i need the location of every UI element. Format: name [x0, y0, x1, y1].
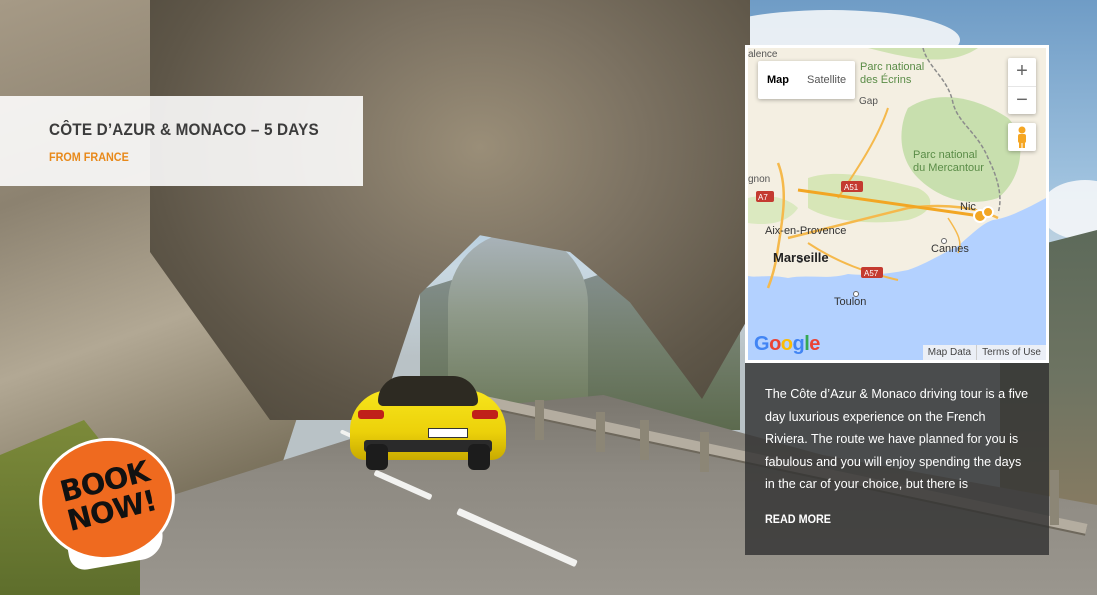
map-label: Aix-en-Provence	[765, 225, 846, 237]
map-label: Nic	[960, 201, 976, 213]
map-label: des Écrins	[860, 73, 912, 86]
tour-description-panel: The Côte d’Azur & Monaco driving tour is…	[745, 363, 1049, 555]
guardrail-post	[535, 400, 544, 440]
map-view-button[interactable]: Map	[758, 61, 798, 99]
route-map[interactable]: alence Parc national des Écrins Gap Parc…	[745, 45, 1049, 363]
guardrail-post	[700, 432, 709, 472]
pegman-icon	[1018, 126, 1026, 148]
yellow-sports-car	[350, 372, 506, 470]
tour-description: The Côte d’Azur & Monaco driving tour is…	[765, 387, 1029, 491]
book-now-button[interactable]: BOOK NOW!	[31, 429, 183, 573]
map-label: Parc national	[913, 149, 977, 161]
map-label: Toulon	[834, 296, 866, 308]
guardrail-post	[1050, 470, 1059, 525]
terms-of-use-link[interactable]: Terms of Use	[976, 345, 1046, 360]
car-rear-window	[378, 376, 478, 406]
map-label: du Mercantour	[913, 162, 984, 174]
map-footer: Map Data Terms of Use	[922, 345, 1046, 360]
map-marker[interactable]	[982, 206, 994, 218]
tour-title: CÔTE D’AZUR & MONACO – 5 DAYS	[49, 120, 319, 139]
map-data-link[interactable]: Map Data	[923, 345, 976, 360]
car-tail-light	[472, 410, 498, 419]
zoom-in-button[interactable]: +	[1008, 58, 1036, 86]
map-label: A57	[864, 269, 879, 278]
map-label: A7	[758, 193, 768, 202]
car-wheel	[468, 444, 490, 470]
street-view-pegman[interactable]	[1008, 123, 1036, 151]
tour-title-panel: CÔTE D’AZUR & MONACO – 5 DAYS FROM FRANC…	[0, 96, 363, 186]
map-label: alence	[748, 49, 778, 60]
map-label: Parc national	[860, 61, 924, 73]
car-license-plate	[428, 428, 468, 438]
map-label: A51	[844, 183, 859, 192]
zoom-control: + −	[1008, 58, 1036, 114]
tour-origin: FROM FRANCE	[49, 150, 129, 164]
map-label: Cannes	[931, 243, 969, 255]
google-logo: Google	[754, 333, 820, 355]
map-type-control: Map Satellite	[758, 61, 856, 99]
car-wheel	[366, 444, 388, 470]
map-label: Gap	[859, 96, 878, 107]
zoom-out-button[interactable]: −	[1008, 86, 1036, 114]
guardrail-post	[640, 420, 649, 460]
satellite-view-button[interactable]: Satellite	[798, 61, 855, 99]
read-more-link[interactable]: READ MORE	[765, 512, 831, 526]
car-tail-light	[358, 410, 384, 419]
map-label: Marseille	[773, 250, 829, 265]
guardrail-post	[596, 412, 605, 452]
map-label: gnon	[748, 174, 770, 185]
